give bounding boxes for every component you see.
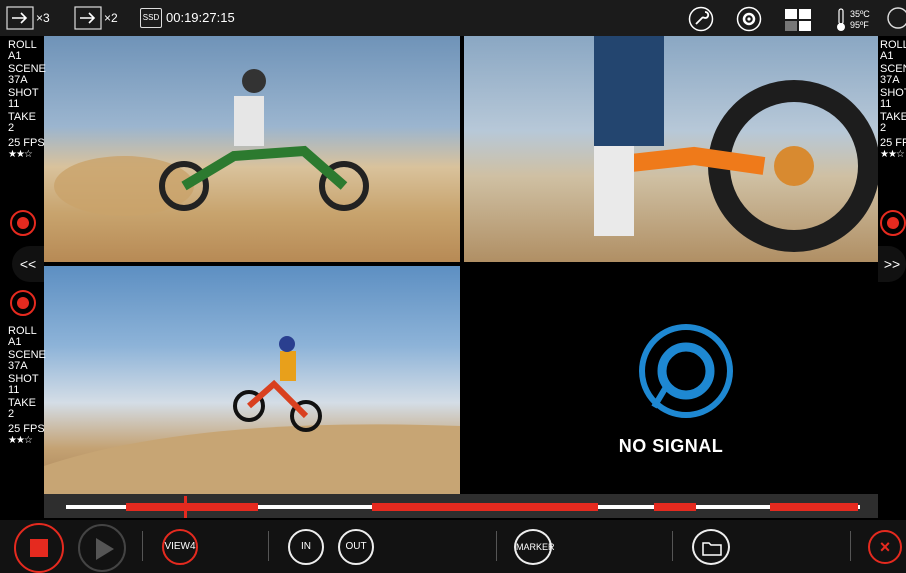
mark-in-button[interactable]: IN — [288, 529, 324, 565]
roll-value: A1 — [8, 336, 22, 348]
record-dot-icon[interactable] — [10, 210, 36, 236]
roll-value: A1 — [8, 50, 22, 62]
folder-icon — [702, 542, 722, 556]
video-pane-input-4[interactable]: NO SIGNAL — [464, 266, 878, 494]
stop-record-button[interactable] — [14, 523, 64, 573]
toolbar-divider — [850, 531, 851, 561]
scene-value: 37A — [8, 74, 28, 86]
shot-value: 11 — [880, 98, 892, 110]
scene-value: 37A — [8, 360, 28, 372]
clip-metadata-top-left: ROLL A1 SCENE 37A SHOT 11 TAKE 2 25 FPS … — [8, 40, 46, 161]
take-value: 2 — [8, 122, 15, 134]
timeline-marker-segment[interactable] — [654, 503, 696, 511]
shot-value: 11 — [8, 98, 20, 110]
view-mode-button[interactable]: VIEW4 — [162, 529, 198, 565]
video-pane-input-2[interactable] — [464, 36, 878, 262]
wrench-icon[interactable] — [688, 6, 714, 32]
no-signal-label: NO SIGNAL — [618, 436, 724, 456]
shot-value: 11 — [8, 384, 20, 396]
clip-metadata-right: ROLL A1 SCENE 37A SHOT 11 TAKE 2 25 FPS … — [880, 40, 906, 161]
input-arrow-icon[interactable] — [74, 6, 102, 30]
stop-icon — [30, 539, 48, 557]
thermometer-icon — [837, 8, 845, 31]
motocross-video-frame — [44, 336, 460, 494]
motocross-video-frame — [594, 36, 878, 252]
open-folder-button[interactable] — [692, 529, 730, 565]
prev-page-button[interactable]: << — [12, 246, 44, 282]
input-a-count: ×3 — [36, 11, 50, 25]
toolbar-divider — [672, 531, 673, 561]
temperature-fahrenheit: 95ºF — [850, 20, 869, 30]
media-ssd-icon: SSD — [140, 8, 162, 28]
bottom-toolbar — [0, 520, 906, 573]
marker-button[interactable]: MARKER — [514, 529, 555, 565]
gear-icon[interactable] — [736, 6, 762, 32]
mark-out-button[interactable]: OUT — [338, 529, 374, 565]
star-rating[interactable]: ★★☆ — [8, 435, 46, 446]
scene-value: 37A — [880, 74, 900, 86]
top-bar — [0, 0, 906, 36]
toolbar-divider — [268, 531, 269, 561]
fps-label: 25 FPS — [8, 423, 45, 435]
close-button[interactable]: × — [868, 530, 902, 564]
star-rating[interactable]: ★★☆ — [880, 149, 906, 160]
fullscreen-icon[interactable] — [884, 6, 906, 30]
timeline-playhead[interactable] — [184, 496, 187, 518]
timeline-marker-segment[interactable] — [770, 503, 858, 511]
timecode: 00:19:27:15 — [166, 10, 235, 25]
roll-value: A1 — [880, 50, 894, 62]
play-icon — [96, 538, 114, 560]
no-signal-icon — [639, 324, 733, 418]
video-pane-input-3[interactable] — [44, 266, 460, 494]
star-rating[interactable]: ★★☆ — [8, 149, 46, 160]
temperature-celsius: 35ºC — [850, 9, 870, 19]
fps-label: 25 FPS — [8, 137, 45, 149]
next-page-button[interactable]: >> — [878, 246, 906, 282]
record-dot-icon[interactable] — [10, 290, 36, 316]
video-pane-input-1[interactable] — [44, 36, 460, 262]
fps-label: 25 FPS — [880, 137, 906, 149]
play-button[interactable] — [78, 524, 126, 572]
toolbar-divider — [142, 531, 143, 561]
take-value: 2 — [880, 122, 887, 134]
input-arrow-icon[interactable] — [6, 6, 34, 30]
timeline-marker-segment[interactable] — [372, 503, 598, 511]
layout-grid-icon[interactable] — [784, 8, 812, 32]
take-value: 2 — [8, 408, 15, 420]
close-icon: × — [879, 537, 891, 557]
record-dot-icon[interactable] — [880, 210, 906, 236]
toolbar-divider — [496, 531, 497, 561]
motocross-video-frame — [54, 69, 369, 216]
input-b-count: ×2 — [104, 11, 118, 25]
clip-metadata-bottom-left: ROLL A1 SCENE 37A SHOT 11 TAKE 2 25 FPS … — [8, 326, 46, 447]
timeline-marker-segment[interactable] — [126, 503, 258, 511]
